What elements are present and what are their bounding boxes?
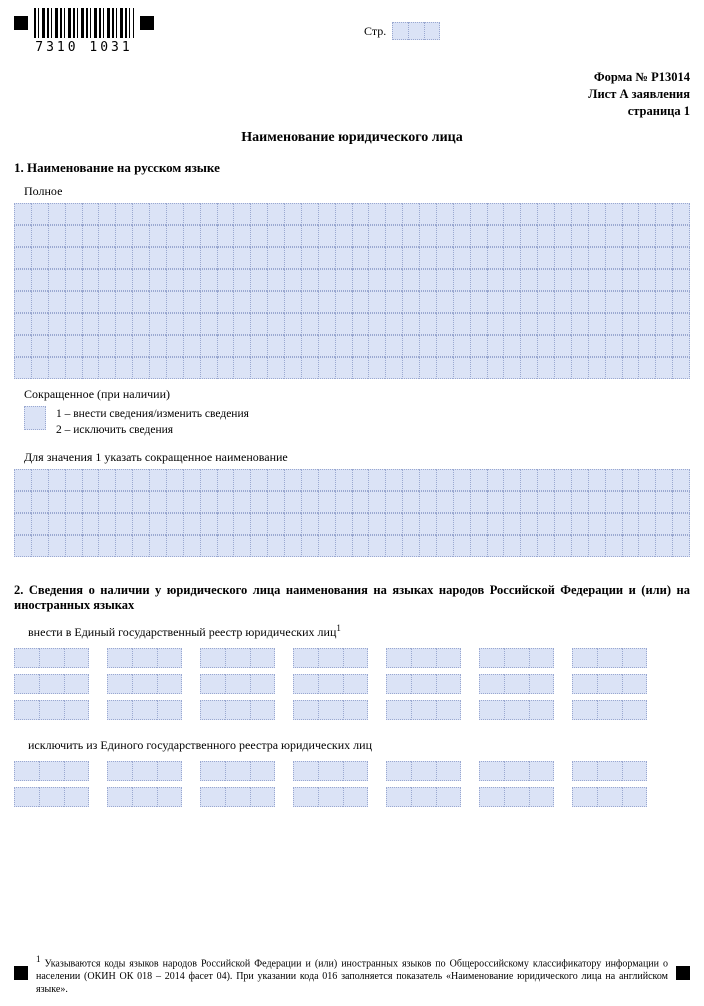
page-info: страница 1 (14, 103, 690, 120)
short-name-field[interactable] (14, 469, 690, 557)
corner-marker (676, 966, 690, 980)
corner-marker (14, 966, 28, 980)
page-label: Стр. (364, 24, 386, 39)
language-code-field[interactable] (14, 761, 89, 807)
short-name-instruction: Для значения 1 указать сокращенное наиме… (24, 450, 690, 465)
full-name-field[interactable] (14, 203, 690, 379)
language-code-field[interactable] (14, 648, 89, 720)
language-code-field[interactable] (572, 761, 647, 807)
language-code-field[interactable] (386, 761, 461, 807)
language-code-field[interactable] (572, 648, 647, 720)
short-name-label: Сокращенное (при наличии) (24, 387, 690, 402)
barcode-block: 7310 1031 (14, 8, 154, 55)
include-label: внести в Единый государственный реестр ю… (28, 623, 690, 640)
footnote: 1 Указываются коды языков народов Россий… (28, 954, 676, 996)
language-code-field[interactable] (200, 761, 275, 807)
include-language-codes (14, 648, 690, 720)
section2-heading: 2. Сведения о наличии у юридического лиц… (14, 583, 690, 613)
option-1: 1 – внести сведения/изменить сведения (56, 406, 249, 422)
barcode-number: 7310 1031 (35, 40, 132, 55)
page-number-field[interactable] (392, 22, 440, 40)
sheet-label: Лист А заявления (14, 86, 690, 103)
exclude-label: исключить из Единого государственного ре… (28, 738, 690, 753)
language-code-field[interactable] (107, 648, 182, 720)
form-number: Форма № Р13014 (14, 69, 690, 86)
exclude-language-codes (14, 761, 690, 807)
corner-marker (140, 16, 154, 30)
barcode-icon (34, 8, 134, 38)
option-legend: 1 – внести сведения/изменить сведения 2 … (56, 406, 249, 438)
language-code-field[interactable] (479, 761, 554, 807)
language-code-field[interactable] (293, 648, 368, 720)
form-header: Форма № Р13014 Лист А заявления страница… (14, 69, 690, 120)
page-title: Наименование юридического лица (14, 130, 690, 146)
option-2: 2 – исключить сведения (56, 422, 249, 438)
language-code-field[interactable] (200, 648, 275, 720)
short-name-option-field[interactable] (24, 406, 46, 430)
language-code-field[interactable] (386, 648, 461, 720)
language-code-field[interactable] (107, 761, 182, 807)
corner-marker (14, 16, 28, 30)
language-code-field[interactable] (479, 648, 554, 720)
section1-heading: 1. Наименование на русском языке (14, 160, 690, 176)
full-name-label: Полное (24, 184, 690, 199)
language-code-field[interactable] (293, 761, 368, 807)
